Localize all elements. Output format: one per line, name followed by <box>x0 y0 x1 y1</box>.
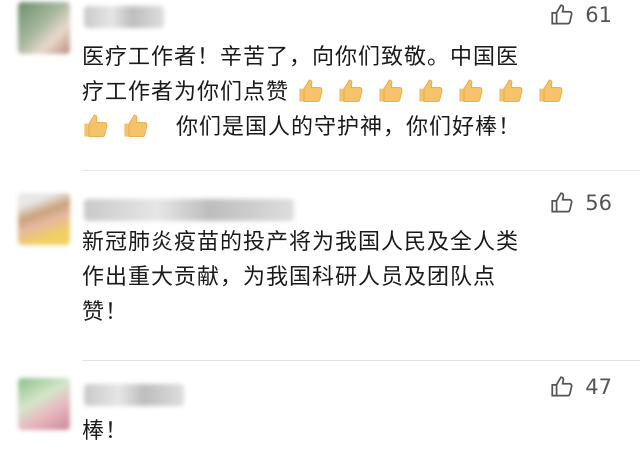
thumbs-up-emoji-icon <box>299 79 323 102</box>
comment-2: 56 新冠肺炎疫苗的投产将为我国人民及全人类 作出重大贡献，为我国科研人员及团队… <box>0 185 640 345</box>
comment-line: 新冠肺炎疫苗的投产将为我国人民及全人类 <box>82 230 520 255</box>
like-count: 47 <box>585 375 612 399</box>
thumbs-emoji-group <box>82 112 150 140</box>
comment-text: 棒！ <box>82 414 622 449</box>
username-blurred[interactable] <box>84 199 294 221</box>
divider <box>82 170 640 171</box>
like-button[interactable]: 61 <box>549 2 612 28</box>
thumbs-up-icon <box>551 4 573 25</box>
like-count: 56 <box>585 191 612 215</box>
username-blurred[interactable] <box>84 6 164 28</box>
comment-text: 医疗工作者！辛苦了，向你们致敬。中国医 疗工作者为你们点赞 你们是国人的守护神，… <box>82 40 622 145</box>
avatar[interactable] <box>18 193 70 245</box>
thumbs-up-emoji-icon <box>379 79 403 102</box>
like-button[interactable]: 47 <box>549 374 612 400</box>
username-blurred[interactable] <box>84 384 184 406</box>
comment-line: 疗工作者为你们点赞 <box>82 75 622 110</box>
like-count: 61 <box>585 3 612 27</box>
thumbs-up-emoji-icon <box>339 79 363 102</box>
thumbs-up-emoji-icon <box>459 79 483 102</box>
like-button[interactable]: 56 <box>549 190 612 216</box>
divider <box>82 360 640 361</box>
comment-text: 新冠肺炎疫苗的投产将为我国人民及全人类 作出重大贡献，为我国科研人员及团队点 赞… <box>82 225 622 330</box>
comment-1: 61 医疗工作者！辛苦了，向你们致敬。中国医 疗工作者为你们点赞 你们是国人的守… <box>0 0 640 170</box>
thumbs-up-emoji-icon <box>124 114 148 137</box>
comment-line: 赞！ <box>82 300 129 325</box>
thumbs-up-emoji-icon <box>419 79 443 102</box>
thumbs-emoji-group <box>297 77 565 105</box>
thumbs-up-icon <box>551 376 573 397</box>
avatar[interactable] <box>18 378 70 430</box>
comment-3: 47 棒！ <box>0 370 640 461</box>
avatar[interactable] <box>18 2 70 54</box>
comment-line: 你们是国人的守护神，你们好棒！ <box>82 110 622 145</box>
thumbs-up-emoji-icon <box>84 114 108 137</box>
thumbs-up-emoji-icon <box>499 79 523 102</box>
comment-line: 棒！ <box>82 419 129 444</box>
thumbs-up-emoji-icon <box>539 79 563 102</box>
comment-line: 医疗工作者！辛苦了，向你们致敬。中国医 <box>82 45 520 70</box>
thumbs-up-icon <box>551 192 573 213</box>
comment-line: 作出重大贡献，为我国科研人员及团队点 <box>82 265 497 290</box>
